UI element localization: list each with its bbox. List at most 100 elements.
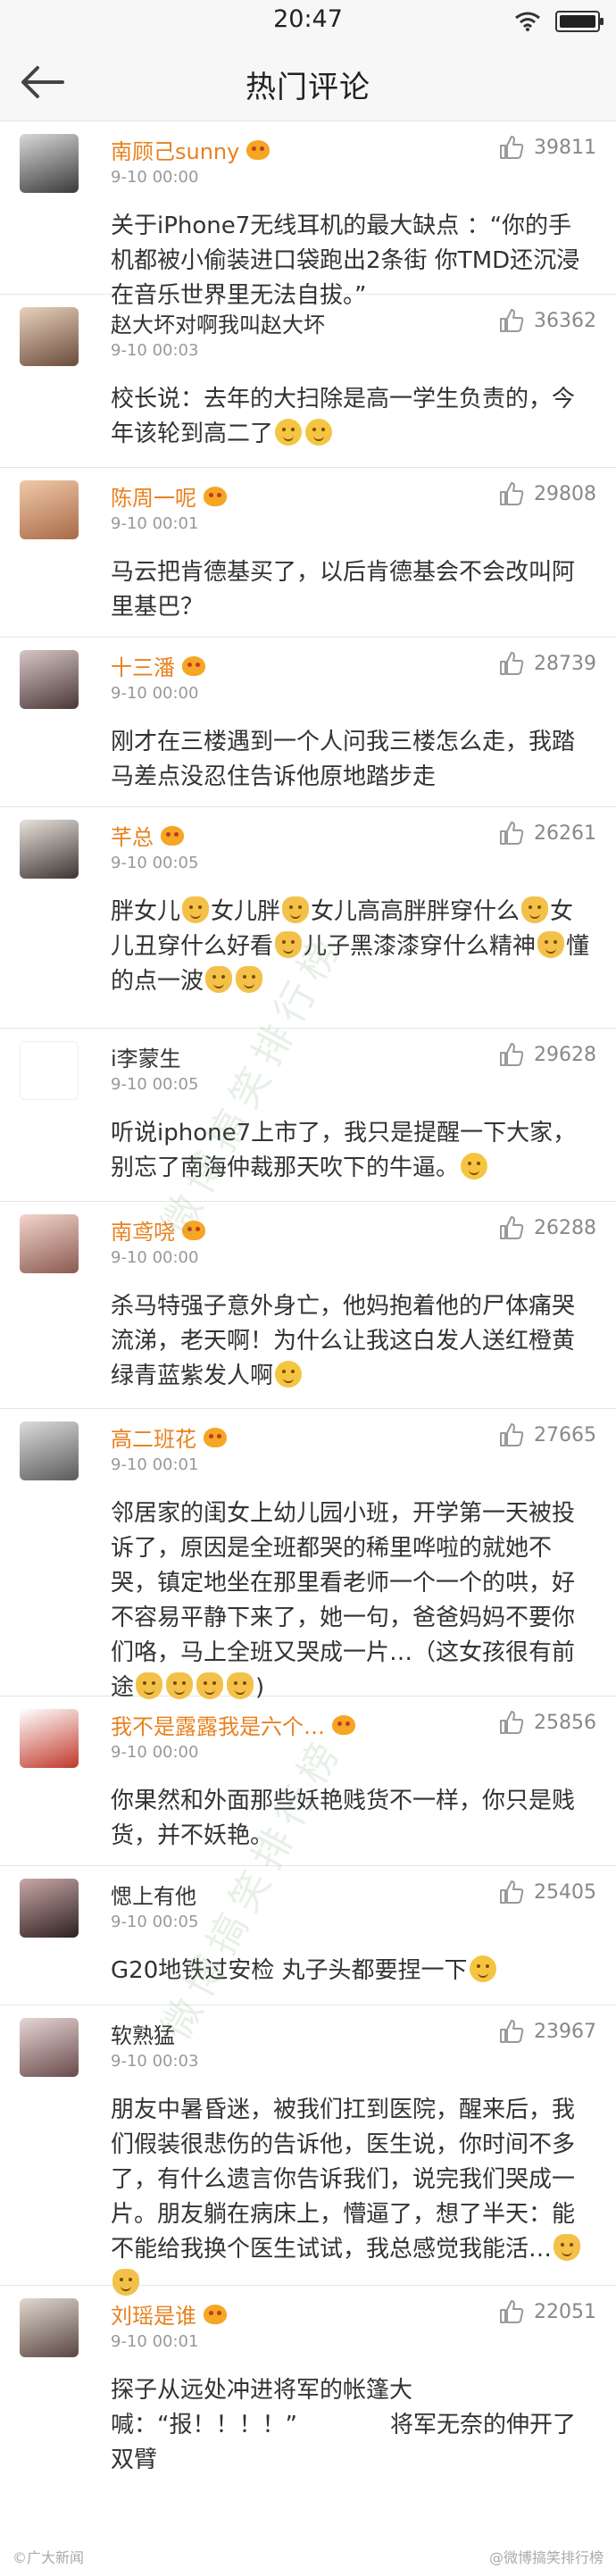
avatar[interactable] bbox=[20, 820, 79, 879]
thumbs-up-icon bbox=[500, 1216, 524, 1239]
smile-emoji-icon bbox=[469, 1955, 496, 1982]
comment-item: 南顾己sunny 9-10 00:00 39811 关于iPhone7无线耳机的… bbox=[0, 121, 616, 309]
comment-item: 十三潘 9-10 00:00 28739 刚才在三楼遇到一个人问我三楼怎么走，我… bbox=[0, 638, 616, 807]
like-count: 25856 bbox=[534, 1711, 596, 1734]
vip-badge-icon bbox=[204, 1427, 227, 1447]
comment-item: 软熟猛 9-10 00:03 23967 朋友中暑昏迷，被我们扛到医院，醒来后，… bbox=[0, 2005, 616, 2296]
vip-badge-icon bbox=[246, 139, 271, 160]
cat-emoji-icon bbox=[275, 931, 303, 958]
smile-emoji-icon bbox=[461, 1153, 488, 1180]
avatar[interactable] bbox=[20, 1421, 79, 1480]
like-button[interactable]: 23967 bbox=[498, 2018, 596, 2045]
like-button[interactable]: 29628 bbox=[498, 1041, 596, 1068]
username[interactable]: 愢上有他 bbox=[111, 1879, 196, 1910]
like-count: 36362 bbox=[534, 309, 596, 332]
like-button[interactable]: 28739 bbox=[498, 650, 596, 677]
username[interactable]: 十三潘 bbox=[111, 650, 205, 681]
like-count: 29808 bbox=[534, 482, 596, 505]
vip-badge-icon bbox=[204, 2304, 227, 2324]
avatar[interactable] bbox=[20, 1214, 79, 1273]
username[interactable]: 南鸢哓 bbox=[111, 1214, 205, 1246]
vip-badge-icon bbox=[182, 655, 205, 676]
comment-text: 马云把肯德基买了，以后肯德基会不会改叫阿里基巴？ bbox=[111, 559, 576, 621]
like-button[interactable]: 25856 bbox=[498, 1709, 596, 1736]
like-button[interactable]: 27665 bbox=[498, 1421, 596, 1448]
status-bar: 20:47 bbox=[0, 0, 616, 43]
comment-text: 探子从远处冲进将军的帐篷大喊：“报！！！！” 将军无奈的伸开了双臂 bbox=[111, 2377, 576, 2473]
comment-item: 刘瑶是谁 9-10 00:01 22051 探子从远处冲进将军的帐篷大喊：“报！… bbox=[0, 2286, 616, 2554]
cat-emoji-icon bbox=[282, 896, 310, 923]
avatar[interactable] bbox=[20, 2018, 79, 2077]
thumbs-up-icon bbox=[500, 1043, 524, 1066]
cat-emoji-icon bbox=[521, 896, 549, 923]
comment-item: 芊总 9-10 00:05 26261 胖女儿 女儿胖 女儿高高胖胖穿什么 女儿丑穿什… bbox=[0, 807, 616, 1029]
like-button[interactable]: 29808 bbox=[498, 480, 596, 507]
comment-date: 9-10 00:01 bbox=[111, 1455, 199, 1474]
avatar[interactable] bbox=[20, 480, 79, 539]
avatar[interactable] bbox=[20, 2298, 79, 2357]
thumbs-up-icon bbox=[500, 136, 524, 159]
comment-date: 9-10 00:03 bbox=[111, 341, 199, 360]
comment-text: 杀马特强子意外身亡，他妈抱着他的尸体痛哭流涕，老天啊！为什么让我这白发人送红橙黄… bbox=[111, 1293, 576, 1389]
comment-date: 9-10 00:05 bbox=[111, 1913, 199, 1931]
thumbs-up-icon bbox=[500, 1711, 524, 1734]
comment-date: 9-10 00:00 bbox=[111, 1248, 199, 1267]
comment-item: 高二班花 9-10 00:01 27665 邻居家的闺女上幼儿园小班，开学第一天… bbox=[0, 1409, 616, 1701]
brand-watermark: ©广大新闻 bbox=[12, 2549, 85, 2566]
like-button[interactable]: 22051 bbox=[498, 2298, 596, 2325]
comment-text: 你果然和外面那些妖艳贱货不一样，你只是贱货，并不妖艳。 bbox=[111, 1788, 576, 1849]
avatar[interactable] bbox=[20, 307, 79, 366]
page-title: 热门评论 bbox=[246, 70, 370, 105]
like-count: 26261 bbox=[534, 821, 596, 845]
thumbs-up-icon bbox=[500, 652, 524, 675]
username[interactable]: 高二班花 bbox=[111, 1421, 227, 1453]
avatar[interactable] bbox=[20, 1041, 79, 1100]
cat-emoji-icon bbox=[136, 1672, 163, 1699]
cat-emoji-icon bbox=[196, 1672, 224, 1699]
like-count: 39811 bbox=[534, 136, 596, 159]
avatar[interactable] bbox=[20, 1709, 79, 1768]
smile-emoji-icon bbox=[305, 419, 333, 446]
username[interactable]: 软熟猛 bbox=[111, 2018, 175, 2049]
like-button[interactable]: 26261 bbox=[498, 820, 596, 846]
username[interactable]: 南顾己sunny bbox=[111, 134, 271, 165]
comment-date: 9-10 00:05 bbox=[111, 1075, 199, 1094]
username[interactable]: 芊总 bbox=[111, 820, 184, 851]
username[interactable]: 赵大坏对啊我叫赵大坏 bbox=[111, 307, 325, 338]
like-count: 29628 bbox=[534, 1043, 596, 1066]
like-count: 22051 bbox=[534, 2300, 596, 2323]
like-button[interactable]: 26288 bbox=[498, 1214, 596, 1241]
username[interactable]: i李蒙生 bbox=[111, 1041, 181, 1072]
smile-emoji-icon bbox=[275, 419, 303, 446]
like-count: 25405 bbox=[534, 1880, 596, 1904]
like-button[interactable]: 39811 bbox=[498, 134, 596, 161]
comment-text: 朋友中暑昏迷，被我们扛到医院，醒来后，我们假装很悲伤的告诉他，医生说，你时间不多… bbox=[111, 2093, 593, 2302]
username[interactable]: 陈周一呢 bbox=[111, 480, 227, 512]
username[interactable]: 刘瑶是谁 bbox=[111, 2298, 227, 2330]
comment-item: 愢上有他 9-10 00:05 25405 G20地铁过安检 丸子头都要捏一下 bbox=[0, 1866, 616, 2005]
avatar[interactable] bbox=[20, 134, 79, 193]
cat-emoji-icon bbox=[236, 966, 263, 993]
comment-date: 9-10 00:01 bbox=[111, 514, 199, 533]
cat-emoji-icon bbox=[205, 966, 233, 993]
cat-emoji-icon bbox=[554, 2234, 581, 2261]
avatar[interactable] bbox=[20, 1879, 79, 1938]
comment-text: G20地铁过安检 丸子头都要捏一下 bbox=[111, 1954, 593, 1988]
thumbs-up-icon bbox=[500, 821, 524, 845]
comment-text: 邻居家的闺女上幼儿园小班，开学第一天被投诉了，原因是全班都哭的稀里哗啦的就她不哭… bbox=[111, 1500, 576, 1701]
avatar[interactable] bbox=[20, 650, 79, 709]
comment-item: i李蒙生 9-10 00:05 29628 听说iphone7上市了，我只是提醒… bbox=[0, 1029, 616, 1202]
comment-item: 南鸢哓 9-10 00:00 26288 杀马特强子意外身亡，他妈抱着他的尸体痛… bbox=[0, 1202, 616, 1409]
cat-emoji-icon bbox=[537, 931, 565, 958]
comment-date: 9-10 00:00 bbox=[111, 1743, 199, 1762]
like-button[interactable]: 36362 bbox=[498, 307, 596, 334]
vip-badge-icon bbox=[182, 1220, 205, 1240]
like-count: 27665 bbox=[534, 1423, 596, 1446]
wifi-icon bbox=[515, 12, 540, 31]
thumbs-up-icon bbox=[500, 309, 524, 332]
thumbs-up-icon bbox=[500, 1880, 524, 1904]
like-count: 26288 bbox=[534, 1216, 596, 1239]
like-button[interactable]: 25405 bbox=[498, 1879, 596, 1905]
username[interactable]: 我不是露露我是六个… bbox=[111, 1709, 355, 1740]
comment-item: 赵大坏对啊我叫赵大坏 9-10 00:03 36362 校长说：去年的大扫除是高… bbox=[0, 295, 616, 468]
